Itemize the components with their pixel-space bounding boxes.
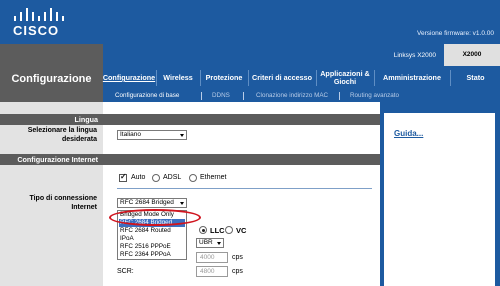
language-select-value: Italiano — [120, 131, 141, 138]
qos-select[interactable]: UBR — [196, 238, 224, 248]
tab-applicazioni-giochi[interactable]: Applicazioni & Giochi — [317, 66, 373, 90]
subtab-ddns[interactable]: DDNS — [212, 90, 230, 102]
auto-checkbox[interactable]: ✓ — [119, 172, 127, 182]
model-badge: X2000 — [444, 44, 500, 66]
dropdown-option-rfc2364-pppoa[interactable]: RFC 2364 PPPoA — [119, 251, 185, 259]
main-nav: Configurazione Wireless Protezione Crite… — [103, 66, 500, 90]
ethernet-radio[interactable] — [189, 174, 197, 182]
scr-input[interactable]: 4800 — [196, 266, 228, 277]
connection-type-label: Tipo di connessione Internet — [29, 195, 97, 211]
connection-type-value: RFC 2684 Bridged — [120, 199, 174, 206]
vc-label: VC — [236, 226, 247, 235]
scr-unit: cps — [232, 268, 243, 275]
modelbar-left — [0, 44, 103, 66]
page-title: Configurazione — [11, 73, 92, 85]
left-label-column: Lingua Selezionare la lingua desiderata … — [0, 102, 103, 286]
logo-wordmark: CISCO — [13, 23, 60, 38]
subnav-separator — [201, 92, 202, 100]
model-bar: Linksys X2000 — [103, 44, 500, 66]
chevron-down-icon — [217, 242, 221, 245]
chevron-down-icon — [180, 134, 184, 137]
section-strip-lingua — [103, 114, 380, 125]
form-divider — [117, 188, 372, 189]
router-config-page: CISCO Versione firmware: v1.0.00 Linksys… — [0, 0, 500, 286]
vc-radio[interactable] — [225, 226, 233, 234]
llc-label: LLC — [210, 226, 225, 235]
pcr-unit: cps — [232, 254, 243, 261]
form-panel: Italiano ✓ Auto ADSL Ethernet RFC 2684 B… — [103, 102, 380, 286]
language-select[interactable]: Italiano — [117, 130, 187, 140]
tab-protezione[interactable]: Protezione — [201, 66, 247, 90]
auto-label: Auto — [131, 174, 146, 181]
checkmark-icon: ✓ — [120, 172, 127, 181]
connection-type-select[interactable]: RFC 2684 Bridged — [117, 198, 187, 208]
tab-configurazione[interactable]: Configurazione — [103, 66, 155, 90]
tab-criteri-di-accesso[interactable]: Criteri di accesso — [249, 66, 315, 90]
adsl-radio[interactable] — [152, 174, 160, 182]
ethernet-label: Ethernet — [200, 174, 227, 181]
section-heading-lingua: Lingua — [0, 114, 103, 125]
help-panel: Guida... — [384, 113, 495, 286]
tab-wireless[interactable]: Wireless — [157, 66, 199, 90]
subtab-configurazione-di-base[interactable]: Configurazione di base — [115, 90, 179, 102]
chevron-down-icon — [180, 202, 184, 205]
help-link[interactable]: Guida... — [394, 129, 423, 138]
radio-selected-dot — [201, 228, 205, 232]
title-block: Configurazione — [0, 66, 103, 102]
subnav-separator — [339, 92, 340, 100]
header-bar: CISCO Versione firmware: v1.0.00 — [0, 0, 500, 44]
qos-value: UBR — [199, 239, 213, 246]
language-label: Selezionare la lingua desiderata — [27, 127, 97, 143]
model-name: Linksys X2000 — [393, 52, 436, 59]
subnav-separator — [243, 92, 244, 100]
dropdown-option-rfc2516-pppoe[interactable]: RFC 2516 PPPoE — [119, 243, 185, 251]
tab-stato[interactable]: Stato — [451, 66, 500, 90]
help-column: Guida... — [380, 102, 500, 286]
tab-amministrazione[interactable]: Amministrazione — [375, 66, 449, 90]
scr-label: SCR: — [117, 268, 134, 275]
adsl-label: ADSL — [163, 174, 182, 181]
llc-radio[interactable] — [199, 226, 207, 234]
subtab-routing-avanzato[interactable]: Routing avanzato — [350, 90, 399, 102]
section-strip-internet — [103, 154, 380, 165]
cisco-logo: CISCO — [11, 6, 71, 40]
sub-nav: Configurazione di base DDNS Clonazione i… — [103, 90, 500, 102]
highlight-ring — [109, 209, 201, 226]
dropdown-option-rfc2684-routed[interactable]: RFC 2684 Routed — [119, 227, 185, 235]
firmware-version: Versione firmware: v1.0.00 — [417, 30, 494, 37]
subtab-clonazione-mac[interactable]: Clonazione indirizzo MAC — [256, 90, 328, 102]
pcr-input[interactable]: 4000 — [196, 252, 228, 263]
section-heading-internet: Configurazione Internet — [0, 154, 103, 165]
dropdown-option-ipoa[interactable]: IPoA — [119, 235, 185, 243]
